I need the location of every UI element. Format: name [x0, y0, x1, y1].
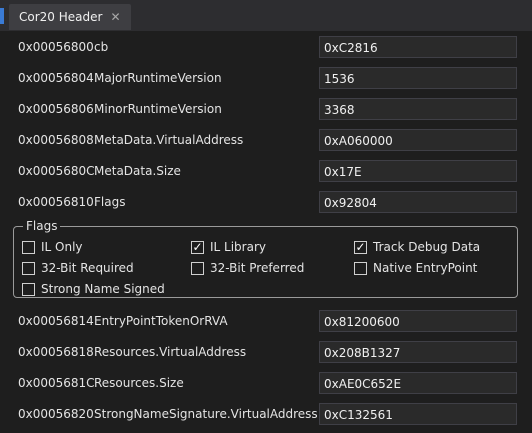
- checkbox-box[interactable]: [191, 261, 204, 275]
- tab-strip: Cor20 Header ✕: [0, 0, 532, 31]
- field-row: 0x00056814 EntryPointTokenOrRVA 0x812006…: [0, 306, 532, 337]
- checkbox-box[interactable]: ✓: [354, 240, 367, 254]
- field-row: 0x00056804 MajorRuntimeVersion 1536: [0, 63, 532, 94]
- tab-cor20-header[interactable]: Cor20 Header ✕: [9, 4, 131, 30]
- field-value-input[interactable]: 0x17E: [319, 160, 517, 182]
- field-name: MetaData.Size: [94, 164, 181, 178]
- field-name: MetaData.VirtualAddress: [94, 133, 244, 147]
- field-value-input[interactable]: 1536: [319, 67, 517, 89]
- check-icon: ✓: [355, 240, 366, 254]
- field-name: Flags: [94, 195, 126, 209]
- field-address: 0x0005680C: [18, 164, 95, 178]
- field-row: 0x00056810 Flags 0x92804: [0, 187, 532, 218]
- field-address: 0x00056820: [18, 407, 94, 421]
- field-address: 0x0005681C: [18, 376, 95, 390]
- field-row: 0x0005681C Resources.Size 0xAE0C652E: [0, 368, 532, 399]
- field-name: EntryPointTokenOrRVA: [94, 314, 228, 328]
- close-icon[interactable]: ✕: [110, 11, 120, 23]
- checkbox-label: Track Debug Data: [373, 240, 481, 254]
- field-name: MajorRuntimeVersion: [94, 71, 222, 85]
- field-name: Resources.VirtualAddress: [94, 345, 247, 359]
- checkbox-box[interactable]: [22, 282, 35, 296]
- active-panel-marker: [0, 8, 4, 24]
- checkbox-label: IL Library: [210, 240, 266, 254]
- checkbox-label: 32-Bit Required: [41, 261, 134, 275]
- field-name: MinorRuntimeVersion: [94, 102, 222, 116]
- checkbox-label: Strong Name Signed: [41, 282, 165, 296]
- field-value-input[interactable]: 0xA060000: [319, 129, 517, 151]
- check-icon: ✓: [192, 240, 203, 254]
- field-address: 0x00056808: [18, 133, 94, 147]
- checkbox-native-entrypoint[interactable]: Native EntryPoint: [354, 261, 477, 275]
- field-value-input[interactable]: 0x92804: [319, 191, 517, 213]
- checkbox-32bit-required[interactable]: 32-Bit Required: [22, 261, 134, 275]
- field-name: cb: [94, 40, 109, 54]
- checkbox-label: IL Only: [41, 240, 83, 254]
- field-row: 0x0005680C MetaData.Size 0x17E: [0, 156, 532, 187]
- field-name: StrongNameSignature.VirtualAddress: [94, 407, 318, 421]
- checkbox-32bit-preferred[interactable]: 32-Bit Preferred: [191, 261, 304, 275]
- field-value-input[interactable]: 0x81200600: [319, 310, 517, 332]
- checkbox-box[interactable]: [22, 240, 35, 254]
- field-row: 0x00056820 StrongNameSignature.VirtualAd…: [0, 399, 532, 430]
- checkbox-il-only[interactable]: IL Only: [22, 240, 83, 254]
- field-address: 0x00056810: [18, 195, 94, 209]
- field-name: Resources.Size: [94, 376, 184, 390]
- flags-group: Flags IL Only ✓ IL Library ✓ Track Debug…: [13, 219, 518, 298]
- field-value-input[interactable]: 0xC132561: [319, 403, 517, 425]
- field-value-input[interactable]: 0xC2816: [319, 36, 517, 58]
- tab-title: Cor20 Header: [19, 10, 103, 24]
- field-row: 0x00056806 MinorRuntimeVersion 3368: [0, 94, 532, 125]
- checkbox-il-library[interactable]: ✓ IL Library: [191, 240, 266, 254]
- checkbox-strong-name-signed[interactable]: Strong Name Signed: [22, 282, 165, 296]
- field-value-input[interactable]: 0x208B1327: [319, 341, 517, 363]
- checkbox-track-debug-data[interactable]: ✓ Track Debug Data: [354, 240, 480, 254]
- flags-group-title: Flags: [23, 219, 61, 233]
- checkbox-box[interactable]: [22, 261, 35, 275]
- field-address: 0x00056804: [18, 71, 94, 85]
- field-value-input[interactable]: 0xAE0C652E: [319, 372, 517, 394]
- field-address: 0x00056814: [18, 314, 94, 328]
- checkbox-box[interactable]: ✓: [191, 240, 204, 254]
- checkbox-box[interactable]: [354, 261, 367, 275]
- field-row: 0x00056800 cb 0xC2816: [0, 32, 532, 63]
- header-editor: 0x00056800 cb 0xC2816 0x00056804 MajorRu…: [0, 31, 532, 433]
- checkbox-label: Native EntryPoint: [373, 261, 478, 275]
- field-row: 0x00056818 Resources.VirtualAddress 0x20…: [0, 337, 532, 368]
- field-row: 0x00056808 MetaData.VirtualAddress 0xA06…: [0, 125, 532, 156]
- field-address: 0x00056806: [18, 102, 94, 116]
- field-address: 0x00056818: [18, 345, 94, 359]
- checkbox-label: 32-Bit Preferred: [210, 261, 305, 275]
- field-value-input[interactable]: 3368: [319, 98, 517, 120]
- field-address: 0x00056800: [18, 40, 94, 54]
